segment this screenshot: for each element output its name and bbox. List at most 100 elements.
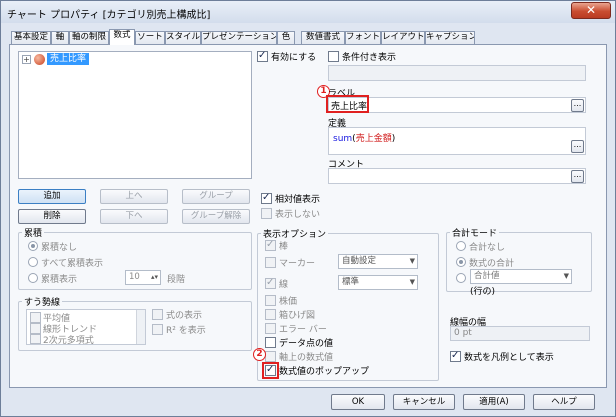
- trend-average-checkbox[interactable]: [30, 312, 41, 323]
- accumulate-steps-radio[interactable]: [28, 273, 38, 283]
- help-button[interactable]: ヘルプ: [533, 394, 595, 410]
- definition-input[interactable]: sum(売上金額): [328, 127, 586, 155]
- stock-label: 株価: [279, 297, 298, 307]
- enable-label: 有効にする: [271, 53, 317, 63]
- tab-presentation[interactable]: プレゼンテーション: [201, 31, 277, 44]
- group-button[interactable]: グループ: [182, 189, 250, 204]
- trend-poly-checkbox[interactable]: [30, 334, 41, 344]
- boxplot-checkbox[interactable]: [265, 309, 276, 320]
- tab-axis[interactable]: 軸: [51, 31, 69, 44]
- move-down-button[interactable]: 下へ: [100, 209, 168, 224]
- marker-style-select[interactable]: 自動設定 ▼: [338, 254, 418, 269]
- ok-button[interactable]: OK: [331, 394, 385, 410]
- aggregate-select[interactable]: 合計値 ▼: [470, 269, 572, 284]
- accumulate-steps-label: 累積表示: [41, 275, 78, 285]
- tab-strip: 基本設定 軸 軸の制限 数式 ソート スタイル プレゼンテーション 色 数値書式…: [11, 29, 531, 45]
- delete-button[interactable]: 削除: [18, 209, 86, 224]
- tab-font[interactable]: フォント: [345, 31, 381, 44]
- boxplot-label: 箱ひげ図: [279, 311, 316, 321]
- legend-checkbox[interactable]: ✓: [450, 350, 461, 362]
- tab-basic[interactable]: 基本設定: [11, 31, 51, 44]
- expression-total-label: 数式の合計: [469, 259, 515, 269]
- steps-stepper[interactable]: 10 ▴▾: [125, 270, 161, 285]
- popup-label: 数式値のポップアップ: [279, 367, 370, 377]
- no-accumulation-label: 累積なし: [41, 243, 78, 253]
- annotation-2: 2: [253, 348, 266, 361]
- trendline-scrollbar[interactable]: [136, 310, 145, 344]
- full-accumulation-label: すべて累積表示: [41, 259, 104, 269]
- move-up-button[interactable]: 上へ: [100, 189, 168, 204]
- tab-number[interactable]: 数値書式: [301, 31, 345, 44]
- definition-paren-close: ): [391, 134, 396, 144]
- hide-label: 表示しない: [275, 210, 321, 220]
- relative-checkbox[interactable]: ✓: [261, 192, 272, 204]
- tab-style[interactable]: スタイル: [165, 31, 201, 44]
- steps-value: 10: [129, 272, 140, 282]
- definition-func: sum: [333, 134, 353, 144]
- tab-colors[interactable]: 色: [277, 31, 295, 44]
- stepper-arrows-icon[interactable]: ▴▾: [151, 271, 158, 284]
- bar-checkbox[interactable]: ✓: [265, 239, 276, 251]
- aggregate-total-radio[interactable]: [456, 273, 466, 283]
- line-style-value: 標準: [342, 277, 360, 287]
- chart-properties-dialog: チャート プロパティ [カテゴリ別売上構成比] ✕ 基本設定 軸 軸の制限 数式…: [0, 0, 616, 417]
- tab-expressions[interactable]: 数式: [109, 29, 135, 45]
- tree-item-sales-ratio[interactable]: 売上比率: [47, 53, 90, 65]
- cancel-button[interactable]: キャンセル: [393, 394, 455, 410]
- enable-checkbox[interactable]: ✓: [257, 50, 268, 62]
- no-total-label: 合計なし: [469, 243, 506, 253]
- line-width-input[interactable]: 0 pt: [450, 326, 590, 341]
- line-checkbox[interactable]: ✓: [265, 277, 276, 289]
- show-formula-checkbox[interactable]: [152, 309, 163, 320]
- add-button[interactable]: 追加: [18, 189, 86, 204]
- bar-label: 棒: [279, 242, 289, 252]
- trend-linear-checkbox[interactable]: [30, 323, 41, 334]
- label-highlight: [326, 95, 369, 113]
- chevron-down-icon: ▼: [563, 272, 569, 280]
- trendline-list[interactable]: 平均値 線形トレンド 2次元多項式: [26, 309, 146, 346]
- apply-button[interactable]: 適用(A): [463, 394, 525, 410]
- title-bar: チャート プロパティ [カテゴリ別売上構成比] ✕: [1, 1, 615, 23]
- hide-checkbox[interactable]: [261, 208, 272, 219]
- marker-style-value: 自動設定: [342, 256, 377, 266]
- popup-highlight: [262, 362, 279, 379]
- no-total-radio[interactable]: [456, 241, 466, 251]
- marker-label: マーカー: [279, 259, 316, 269]
- tab-layout[interactable]: レイアウト: [381, 31, 425, 44]
- line-style-select[interactable]: 標準 ▼: [338, 275, 418, 290]
- trendlines-title: すう勢線: [22, 295, 63, 308]
- relative-label: 相対値表示: [275, 195, 321, 205]
- window-title: チャート プロパティ [カテゴリ別売上構成比]: [7, 10, 211, 21]
- axis-values-label: 軸上の数式値: [279, 353, 334, 363]
- data-values-label: データ点の値: [279, 339, 334, 349]
- tab-sort[interactable]: ソート: [135, 31, 165, 44]
- tab-caption[interactable]: キャプション: [425, 31, 475, 44]
- axis-values-checkbox[interactable]: [265, 351, 276, 362]
- expressions-panel: + 売上比率 追加 上へ グループ 削除 下へ グループ解除 累積 累積なし す…: [9, 44, 607, 388]
- close-button[interactable]: ✕: [571, 2, 611, 19]
- comment-input[interactable]: [328, 168, 586, 184]
- stock-checkbox[interactable]: [265, 295, 276, 306]
- expression-tree[interactable]: + 売上比率: [18, 51, 252, 179]
- ungroup-button[interactable]: グループ解除: [182, 209, 250, 224]
- conditional-checkbox[interactable]: [328, 51, 339, 62]
- error-bar-label: エラー バー: [279, 325, 327, 335]
- error-bar-checkbox[interactable]: [265, 323, 276, 334]
- chevron-down-icon: ▼: [409, 257, 415, 265]
- definition-ellipsis-button[interactable]: ...: [571, 140, 584, 153]
- trend-poly-label: 2次元多項式: [43, 336, 94, 346]
- definition-text: sum(売上金額): [333, 131, 395, 144]
- label-ellipsis-button[interactable]: ...: [571, 99, 584, 112]
- show-r2-checkbox[interactable]: [152, 324, 163, 335]
- data-values-checkbox[interactable]: [265, 337, 276, 348]
- comment-ellipsis-button[interactable]: ...: [571, 170, 584, 183]
- expression-total-radio[interactable]: [456, 257, 466, 267]
- marker-checkbox[interactable]: [265, 257, 276, 268]
- no-accumulation-radio[interactable]: [28, 241, 38, 251]
- expand-toggle[interactable]: +: [22, 55, 31, 64]
- condition-input[interactable]: [328, 65, 586, 81]
- expression-icon: [34, 54, 45, 65]
- aggregate-value: 合計値: [474, 271, 500, 281]
- full-accumulation-radio[interactable]: [28, 257, 38, 267]
- tab-axis-limits[interactable]: 軸の制限: [69, 31, 109, 44]
